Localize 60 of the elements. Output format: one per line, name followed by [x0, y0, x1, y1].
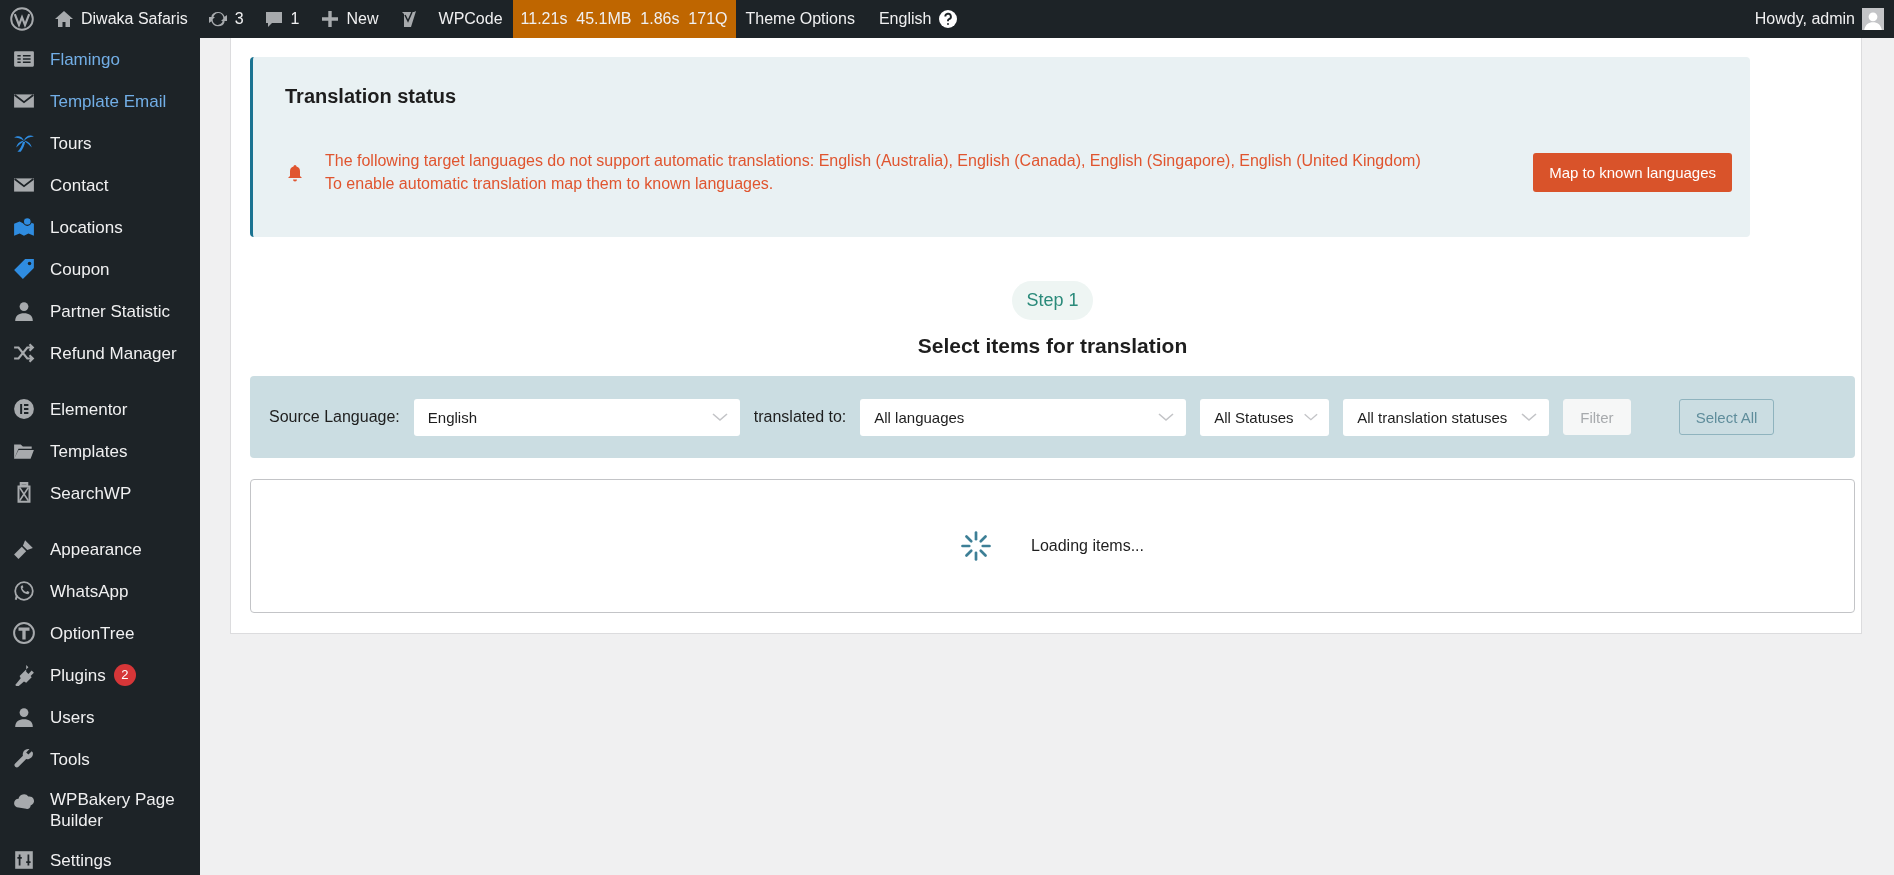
language-switcher[interactable]: English [878, 10, 932, 28]
translation-status-dropdown[interactable]: All translation statuses [1343, 398, 1550, 436]
menu-item-link[interactable]: WhatsApp [50, 580, 129, 602]
menu-item-link[interactable]: Template Email [50, 90, 167, 112]
greeting-link[interactable]: Howdy, admin [1754, 10, 1855, 28]
refresh-icon[interactable] [207, 9, 228, 29]
new-link[interactable]: New [346, 10, 379, 28]
shuffle-icon [13, 341, 35, 364]
menu-item-link[interactable]: Contact [50, 174, 109, 196]
step-badge: Step 1 [1012, 281, 1093, 320]
home-icon[interactable] [54, 9, 74, 29]
target-language-label: translated to: [753, 408, 847, 426]
menu-item-link[interactable]: SearchWP [50, 482, 132, 504]
plug-icon [13, 663, 35, 686]
settings-icon [13, 848, 35, 871]
menu-item-link[interactable]: Flamingo [50, 48, 120, 70]
chat-bubble-icon [13, 579, 35, 602]
section-title: Translation status [285, 85, 458, 108]
menu-item-link[interactable]: Locations [50, 216, 123, 238]
person-icon [13, 705, 35, 728]
wordpress-logo-icon[interactable] [10, 7, 34, 31]
update-count-badge: 2 [113, 664, 136, 686]
menu-item-link[interactable]: Settings [50, 849, 112, 871]
menu-item-link[interactable]: Plugins [50, 664, 106, 686]
comment-icon[interactable] [263, 9, 284, 29]
loading-text: Loading items... [1031, 537, 1144, 555]
menu-item-link[interactable]: WPBakery Page Builder [50, 788, 190, 831]
menu-item-link[interactable]: OptionTree [50, 622, 135, 644]
map-languages-button[interactable]: Map to known languages [1533, 153, 1732, 192]
person-icon [13, 299, 35, 322]
status-dropdown[interactable]: All Statuses [1200, 398, 1330, 436]
menu-item-link[interactable]: Coupon [50, 258, 110, 280]
comments-count[interactable]: 1 [290, 10, 300, 28]
wpcode-link[interactable]: WPCode [438, 10, 503, 28]
warning-text: The following target languages do not support automatic translations: English (Australia), English (Canada), English (Singapore), English (United Kingdom) [325, 152, 1422, 170]
menu-item-link[interactable]: Tours [50, 132, 92, 154]
tag-icon [13, 257, 35, 280]
menu-item-link[interactable]: Users [50, 706, 95, 728]
source-language-dropdown[interactable]: English [413, 398, 740, 436]
menu-item-link[interactable]: Elementor [50, 398, 128, 420]
site-name-link[interactable]: Diwaka Safaris [81, 10, 188, 28]
wrench-icon [13, 747, 35, 770]
loading-spinner-icon [961, 531, 991, 561]
query-monitor-stats[interactable]: 11.21s 45.1MB 1.86s 171Q [512, 0, 736, 38]
menu-item-link[interactable]: Refund Manager [50, 342, 177, 364]
letter-t-circle-icon [13, 621, 35, 644]
warning-text: To enable automatic translation map them to known languages. [325, 175, 775, 193]
step-title: Select items for translation [917, 334, 1188, 358]
menu-item-link[interactable]: Tools [50, 748, 90, 770]
source-language-label: Source Language: [269, 408, 400, 426]
target-language-dropdown[interactable]: All languages [860, 398, 1187, 436]
menu-item-link[interactable]: Partner Statistic [50, 300, 170, 322]
theme-options-link[interactable]: Theme Options [745, 10, 855, 28]
elementor-icon [13, 397, 35, 420]
menu-item-link[interactable]: Templates [50, 440, 128, 462]
plus-icon[interactable] [319, 9, 340, 29]
help-icon[interactable] [938, 9, 959, 29]
menu-item-link[interactable]: Appearance [50, 538, 142, 560]
map-pin-icon [13, 215, 35, 238]
updates-count[interactable]: 3 [234, 10, 244, 28]
